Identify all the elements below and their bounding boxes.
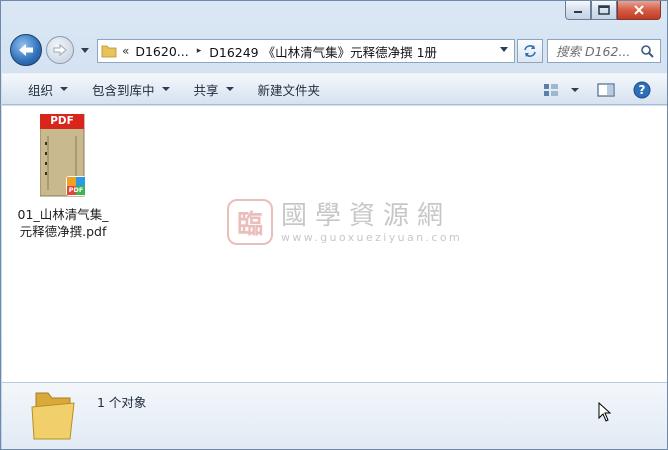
minimize-icon	[574, 11, 582, 13]
file-name-line2: 元释德净撰.pdf	[19, 224, 107, 239]
organize-menu[interactable]: 组织	[20, 77, 76, 101]
svg-text:?: ?	[639, 83, 646, 97]
file-name-line1: 01_山林清气集_	[17, 207, 109, 222]
details-pane: 1 个对象	[2, 382, 667, 449]
mouse-cursor-icon	[598, 402, 612, 422]
explorer-window: « D1620... ▸ D16249 《山林清气集》元释德净撰 1册 组织 包…	[0, 0, 668, 450]
refresh-icon	[524, 45, 536, 57]
new-folder-label: 新建文件夹	[257, 82, 321, 98]
file-list[interactable]: PDF PDF 01_山林清气集_ 元释德净撰.pdf 臨 國學資源網 www.…	[2, 106, 667, 382]
close-button[interactable]	[617, 1, 661, 20]
new-folder-button[interactable]: 新建文件夹	[250, 77, 329, 101]
watermark-title: 國學資源網	[281, 200, 452, 231]
maximize-icon	[598, 5, 610, 15]
include-in-library-label: 包含到库中	[92, 82, 155, 98]
include-in-library-menu[interactable]: 包含到库中	[84, 77, 178, 101]
watermark: 臨 國學資源網 www.guoxueziyuan.com	[227, 199, 462, 245]
forward-arrow-icon	[53, 43, 67, 57]
search-box[interactable]	[547, 39, 661, 63]
navigation-row: « D1620... ▸ D16249 《山林清气集》元释德净撰 1册	[1, 31, 667, 71]
refresh-button[interactable]	[517, 39, 543, 63]
file-item[interactable]: PDF PDF 01_山林清气集_ 元释德净撰.pdf	[14, 113, 112, 240]
watermark-text: 國學資源網 www.guoxueziyuan.com	[281, 201, 462, 244]
organize-label: 组织	[28, 82, 54, 98]
preview-pane-icon	[597, 83, 615, 97]
folder-icon	[98, 44, 120, 58]
view-options-icon	[544, 84, 558, 96]
breadcrumb-overflow[interactable]: «	[122, 44, 129, 58]
pdf-file-icon: PDF PDF	[39, 113, 86, 198]
forward-button[interactable]	[46, 36, 74, 64]
toolbar-right: ?	[537, 78, 657, 102]
search-icon[interactable]	[641, 45, 654, 58]
watermark-seal-logo: 臨	[227, 199, 273, 245]
back-arrow-icon	[19, 44, 33, 56]
change-view-button[interactable]	[537, 78, 565, 102]
close-icon	[634, 5, 644, 15]
item-count: 1 个对象	[97, 395, 147, 410]
pdf-badge: PDF	[50, 115, 74, 127]
help-button[interactable]: ?	[627, 78, 657, 102]
help-icon: ?	[633, 81, 651, 99]
chevron-down-icon	[60, 87, 69, 91]
breadcrumb-current[interactable]: D16249 《山林清气集》元释德净撰 1册	[209, 42, 437, 61]
chevron-down-icon	[81, 47, 89, 53]
recent-pages-button[interactable]	[79, 44, 91, 56]
share-menu[interactable]: 共享	[186, 77, 242, 101]
address-dropdown-icon[interactable]	[500, 47, 508, 52]
file-name[interactable]: 01_山林清气集_ 元释德净撰.pdf	[14, 206, 112, 240]
search-input[interactable]	[556, 43, 638, 59]
maximize-button[interactable]	[591, 1, 617, 20]
back-button[interactable]	[10, 34, 42, 66]
folder-icon	[31, 392, 75, 440]
chevron-down-icon	[225, 87, 234, 91]
preview-pane-button[interactable]	[591, 78, 621, 102]
caption-buttons	[565, 1, 661, 21]
view-dropdown-button[interactable]	[565, 78, 585, 102]
share-label: 共享	[193, 82, 219, 98]
breadcrumb-separator[interactable]: ▸	[197, 46, 202, 56]
pdf-type-label: PDF	[68, 186, 84, 194]
address-bar[interactable]: « D1620... ▸ D16249 《山林清气集》元释德净撰 1册	[97, 39, 515, 63]
minimize-button[interactable]	[565, 1, 591, 20]
chevron-down-icon	[161, 87, 170, 91]
watermark-url: www.guoxueziyuan.com	[281, 230, 463, 244]
chevron-down-icon	[571, 88, 579, 92]
command-toolbar: 组织 包含到库中 共享 新建文件夹 ?	[2, 73, 667, 105]
breadcrumb-parent[interactable]: D1620...	[135, 44, 188, 59]
